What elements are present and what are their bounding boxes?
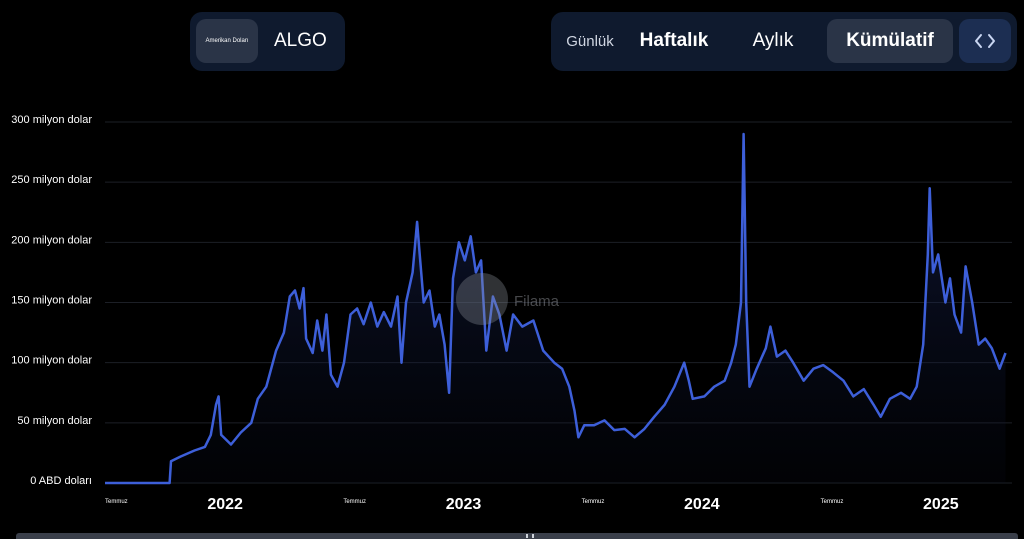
- x-tick-label-year: 2023: [446, 496, 482, 513]
- x-tick-label-year: 2022: [207, 496, 243, 513]
- asset-toggle[interactable]: ALGO: [274, 30, 327, 52]
- code-brackets-icon: [975, 34, 995, 48]
- tvl-chart: 0 ABD doları 50 milyon dolar 100 milyon do…: [11, 114, 1012, 513]
- watermark-text: Filama: [514, 293, 560, 310]
- y-tick-label: 300 milyon dolar: [11, 114, 92, 126]
- tab-cumulative[interactable]: Kümülatif: [827, 19, 953, 63]
- y-tick-label: 50 milyon dolar: [17, 415, 92, 427]
- scrollbar-grip[interactable]: [526, 534, 534, 538]
- currency-toggle[interactable]: Amerikan Doları: [196, 19, 258, 63]
- embed-button[interactable]: [959, 19, 1011, 63]
- y-tick-label: 100 milyon dolar: [11, 355, 92, 367]
- chart-page: 0 ABD doları 50 milyon dolar 100 milyon do…: [0, 0, 1024, 539]
- range-selector: Günlük Haftalık Aylık Kümülatif: [551, 12, 1017, 71]
- chart-scrollbar[interactable]: [16, 533, 1018, 539]
- y-tick-label: 200 milyon dolar: [11, 234, 92, 246]
- x-axis: Temmuz 2022 Temmuz 2023 Temmuz 2024 Temmuz 2025: [105, 496, 959, 513]
- y-tick-label: 0 ABD doları: [30, 475, 92, 487]
- y-tick-label: 150 milyon dolar: [11, 295, 92, 307]
- y-axis: 0 ABD doları 50 milyon dolar 100 milyon do…: [11, 114, 92, 487]
- x-tick-label-year: 2024: [684, 496, 720, 513]
- tab-weekly[interactable]: Haftalık: [631, 19, 717, 63]
- x-tick-label-month: Temmuz: [343, 499, 366, 505]
- x-tick-label-month: Temmuz: [105, 499, 128, 505]
- watermark-logo: [456, 273, 508, 325]
- x-tick-label-month: Temmuz: [821, 499, 844, 505]
- x-tick-label-month: Temmuz: [582, 499, 605, 505]
- x-tick-label-year: 2025: [923, 496, 959, 513]
- y-tick-label: 250 milyon dolar: [11, 174, 92, 186]
- currency-selector: Amerikan Doları ALGO: [190, 12, 345, 71]
- tab-monthly[interactable]: Aylık: [731, 19, 815, 63]
- watermark: Filama: [456, 273, 626, 333]
- tab-daily[interactable]: Günlük: [559, 19, 621, 63]
